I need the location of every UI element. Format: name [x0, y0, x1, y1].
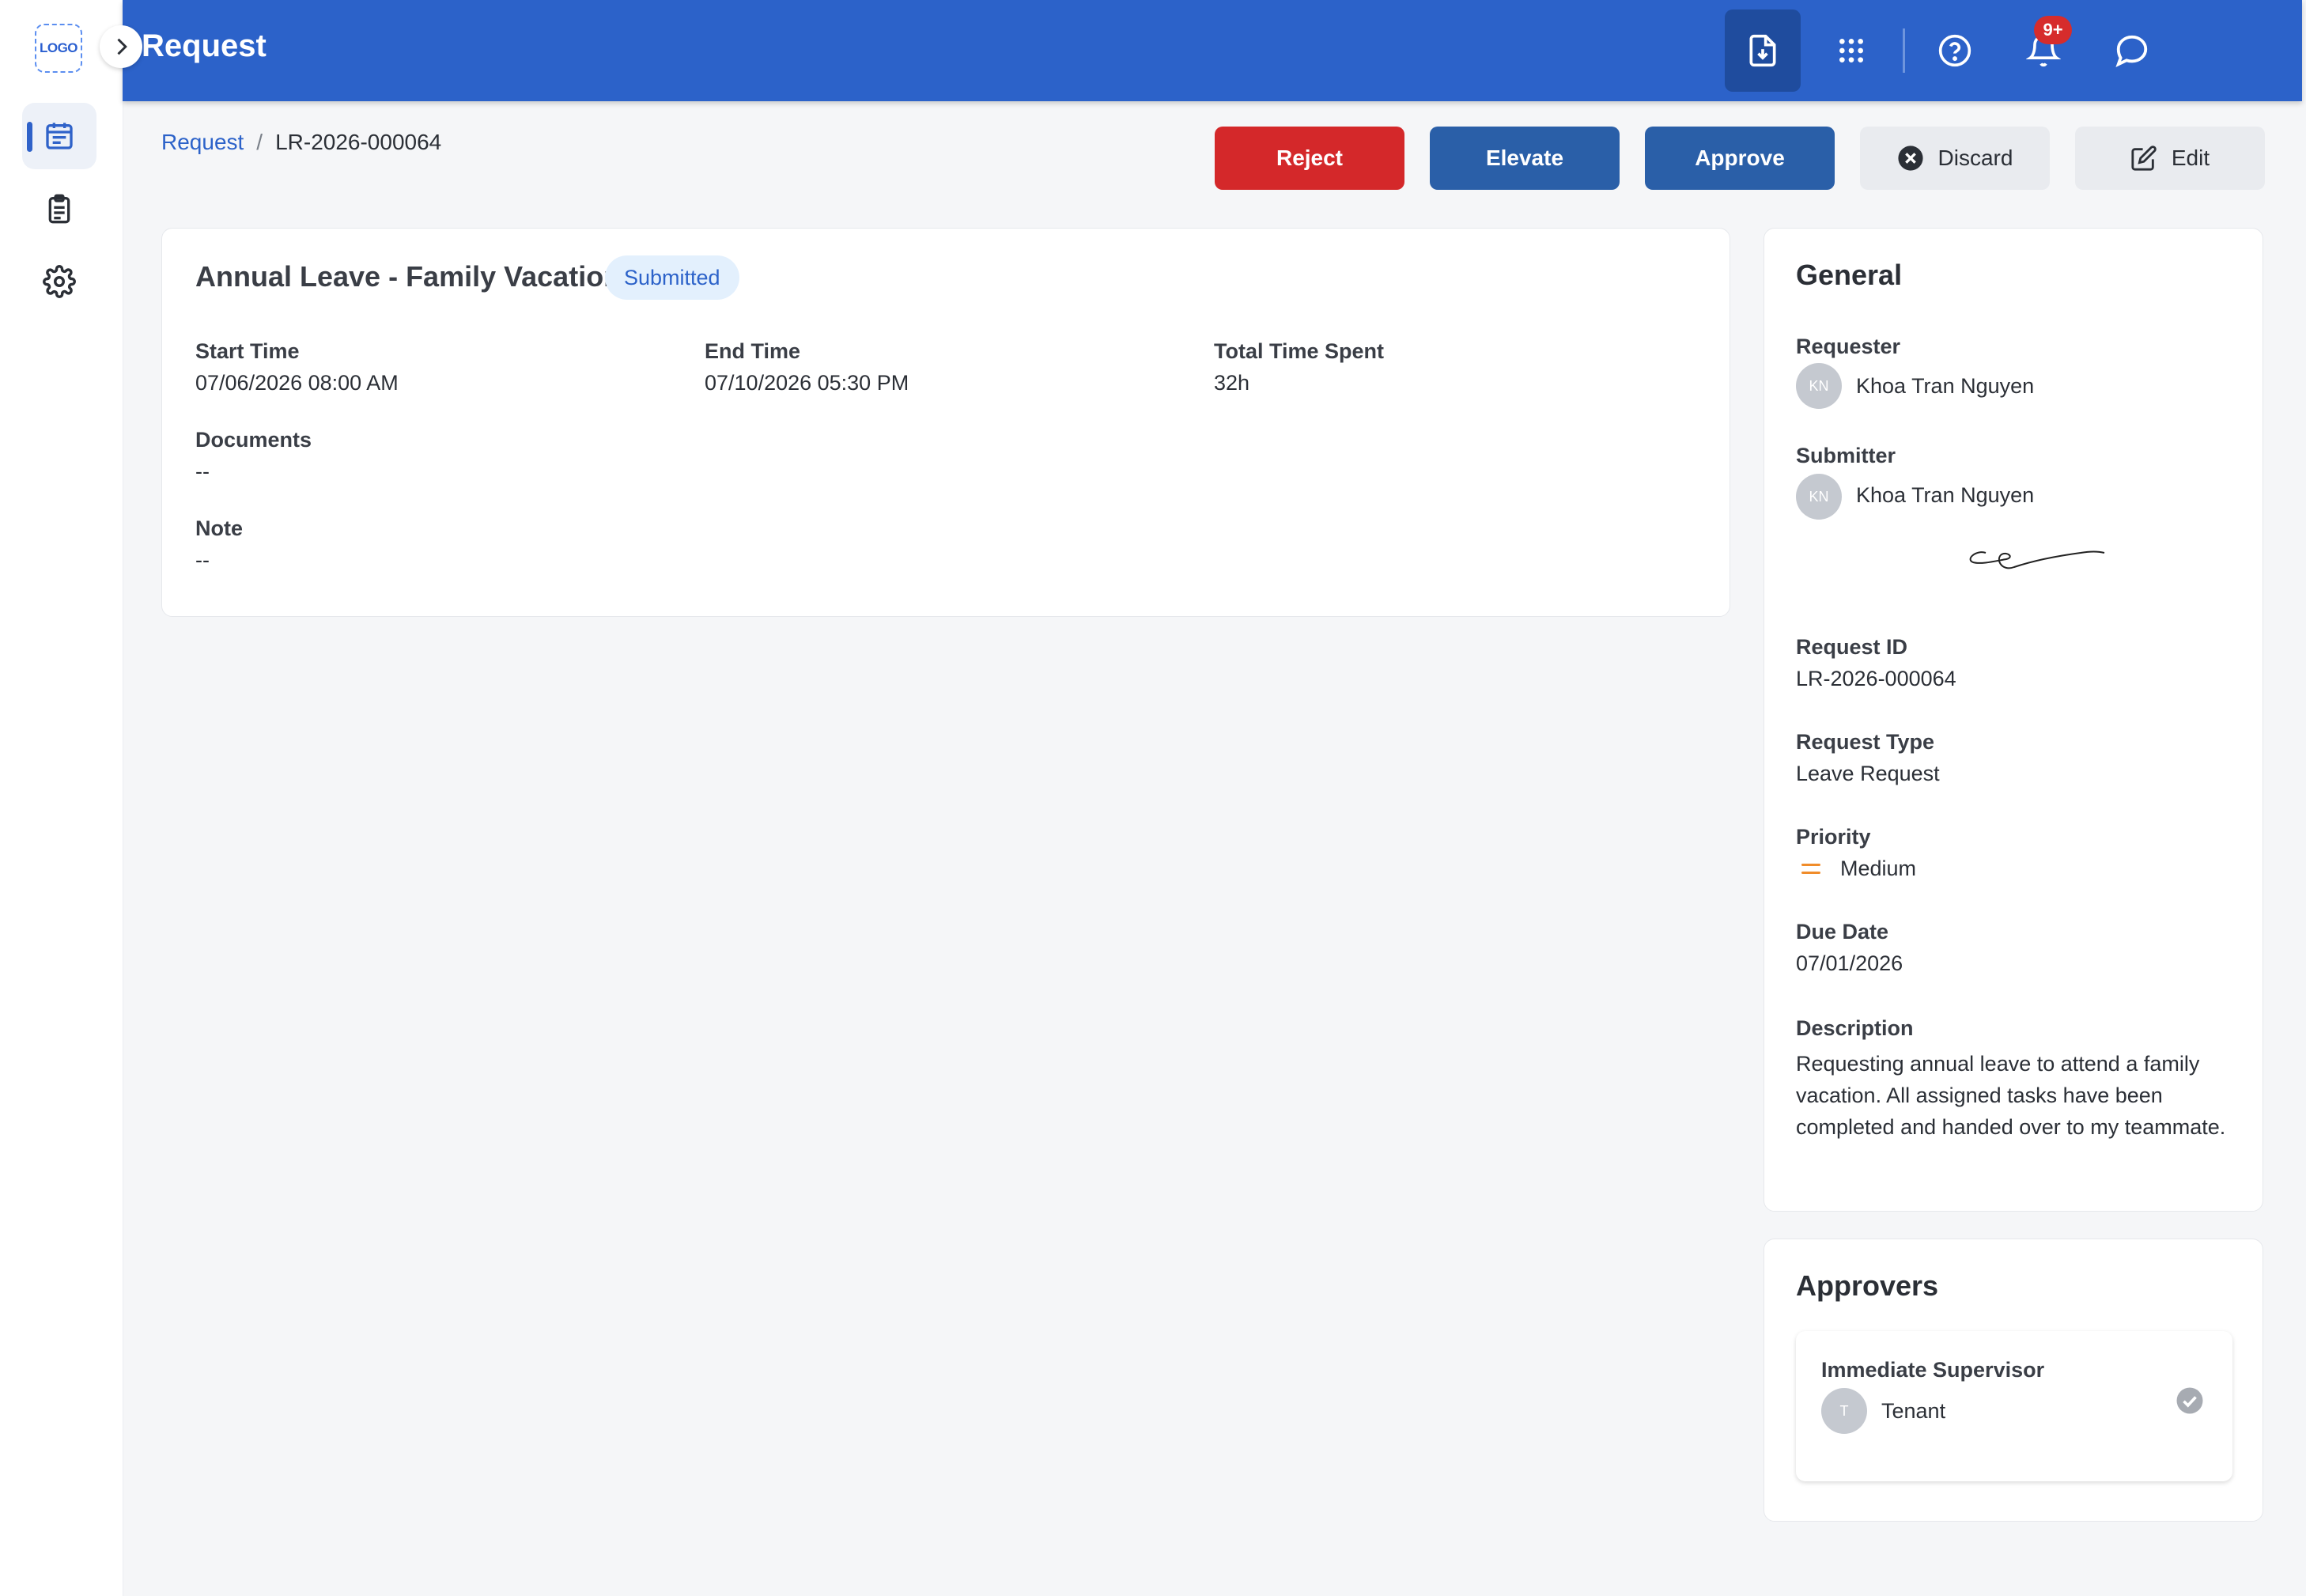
- request-title: Annual Leave - Family Vacation: [195, 260, 622, 293]
- submitter-label: Submitter: [1796, 444, 1896, 467]
- requester-label: Requester: [1796, 335, 1901, 358]
- due-date-value: 07/01/2026: [1796, 951, 1903, 975]
- breadcrumb-separator: /: [256, 130, 263, 154]
- total-time-label: Total Time Spent: [1214, 339, 1385, 363]
- left-rail: LOGO: [0, 0, 123, 1596]
- priority-medium-icon: [1801, 864, 1820, 874]
- breadcrumb-link-request[interactable]: Request: [161, 130, 244, 155]
- requester-avatar: KN: [1796, 363, 1842, 409]
- edit-button[interactable]: Edit: [2075, 127, 2265, 190]
- reject-button-label: Reject: [1276, 146, 1344, 170]
- total-time-value: 32h: [1214, 371, 1250, 395]
- signature-image: [1969, 550, 2105, 569]
- description-label: Description: [1796, 1016, 1914, 1040]
- description-value: Requesting annual leave to attend a fami…: [1796, 1052, 2226, 1139]
- documents-label: Documents: [195, 428, 312, 452]
- start-time-value: 07/06/2026 08:00 AM: [195, 371, 399, 395]
- chevron-right-icon: [117, 38, 127, 55]
- approve-button-label: Approve: [1695, 146, 1785, 170]
- rail-item-settings[interactable]: [22, 248, 96, 315]
- approver-role: Immediate Supervisor: [1821, 1358, 2045, 1382]
- approver-name: Tenant: [1881, 1399, 1946, 1423]
- submitter-name: Khoa Tran Nguyen: [1856, 483, 2035, 507]
- file-download-icon: [1749, 34, 1776, 67]
- help-button[interactable]: [1923, 19, 1987, 82]
- rail-item-clipboard[interactable]: [22, 176, 96, 242]
- approvers-card: Approvers Immediate Supervisor T Tenant: [1764, 1239, 2263, 1522]
- end-time-label: End Time: [705, 339, 801, 363]
- clipboard-icon: [48, 194, 70, 224]
- priority-label: Priority: [1796, 825, 1871, 849]
- elevate-button-label: Elevate: [1485, 146, 1564, 170]
- breadcrumb-current: LR-2026-000064: [275, 130, 442, 154]
- grid-icon: [1839, 39, 1863, 62]
- edit-icon: [2131, 146, 2157, 171]
- gear-icon: [43, 265, 76, 298]
- request-type-label: Request Type: [1796, 730, 1935, 754]
- request-id-value: LR-2026-000064: [1796, 667, 1956, 690]
- request-id-label: Request ID: [1796, 635, 1908, 659]
- request-type-value: Leave Request: [1796, 762, 1940, 785]
- note-value: --: [195, 548, 210, 572]
- app-logo: LOGO: [35, 24, 82, 73]
- header-divider: [1903, 28, 1905, 73]
- notification-badge: 9+: [2034, 16, 2072, 44]
- due-date-label: Due Date: [1796, 920, 1889, 944]
- elevate-button[interactable]: Elevate: [1430, 127, 1620, 190]
- status-badge: Submitted: [605, 255, 739, 300]
- general-title: General: [1796, 259, 1903, 291]
- calendar-icon: [46, 123, 73, 149]
- discard-button[interactable]: Discard: [1860, 127, 2050, 190]
- submitter-avatar: KN: [1796, 474, 1842, 520]
- breadcrumb: Request / LR-2026-000064: [161, 130, 441, 155]
- requester-name: Khoa Tran Nguyen: [1856, 374, 2035, 398]
- note-label: Note: [195, 516, 243, 540]
- page-title: Request: [142, 28, 267, 63]
- expand-sidebar-button[interactable]: [100, 25, 142, 68]
- end-time-value: 07/10/2026 05:30 PM: [705, 371, 909, 395]
- close-circle-icon: [1897, 146, 1923, 171]
- priority-value: Medium: [1840, 857, 1917, 880]
- request-details-card: Annual Leave - Family Vacation Submitted…: [161, 228, 1730, 617]
- apps-button[interactable]: [1820, 19, 1883, 82]
- documents-value: --: [195, 460, 210, 483]
- discard-button-label: Discard: [1937, 146, 2013, 170]
- reject-button[interactable]: Reject: [1215, 127, 1404, 190]
- start-time-label: Start Time: [195, 339, 300, 363]
- edit-button-label: Edit: [2171, 146, 2210, 170]
- approvers-title: Approvers: [1796, 1269, 1939, 1302]
- active-indicator: [27, 122, 32, 152]
- rail-item-calendar[interactable]: [22, 103, 96, 169]
- check-circle-icon: [2176, 1387, 2203, 1414]
- top-header: Request 9+ KN: [123, 0, 2302, 101]
- approver-avatar: T: [1821, 1388, 1867, 1434]
- approve-button[interactable]: Approve: [1645, 127, 1835, 190]
- chat-icon: [2115, 35, 2148, 68]
- approver-item: Immediate Supervisor T Tenant: [1796, 1331, 2232, 1481]
- help-icon: [1938, 34, 1971, 67]
- messages-button[interactable]: [2100, 19, 2164, 82]
- download-document-button[interactable]: [1725, 9, 1801, 92]
- general-card: General Requester KN Khoa Tran Nguyen Su…: [1764, 228, 2263, 1212]
